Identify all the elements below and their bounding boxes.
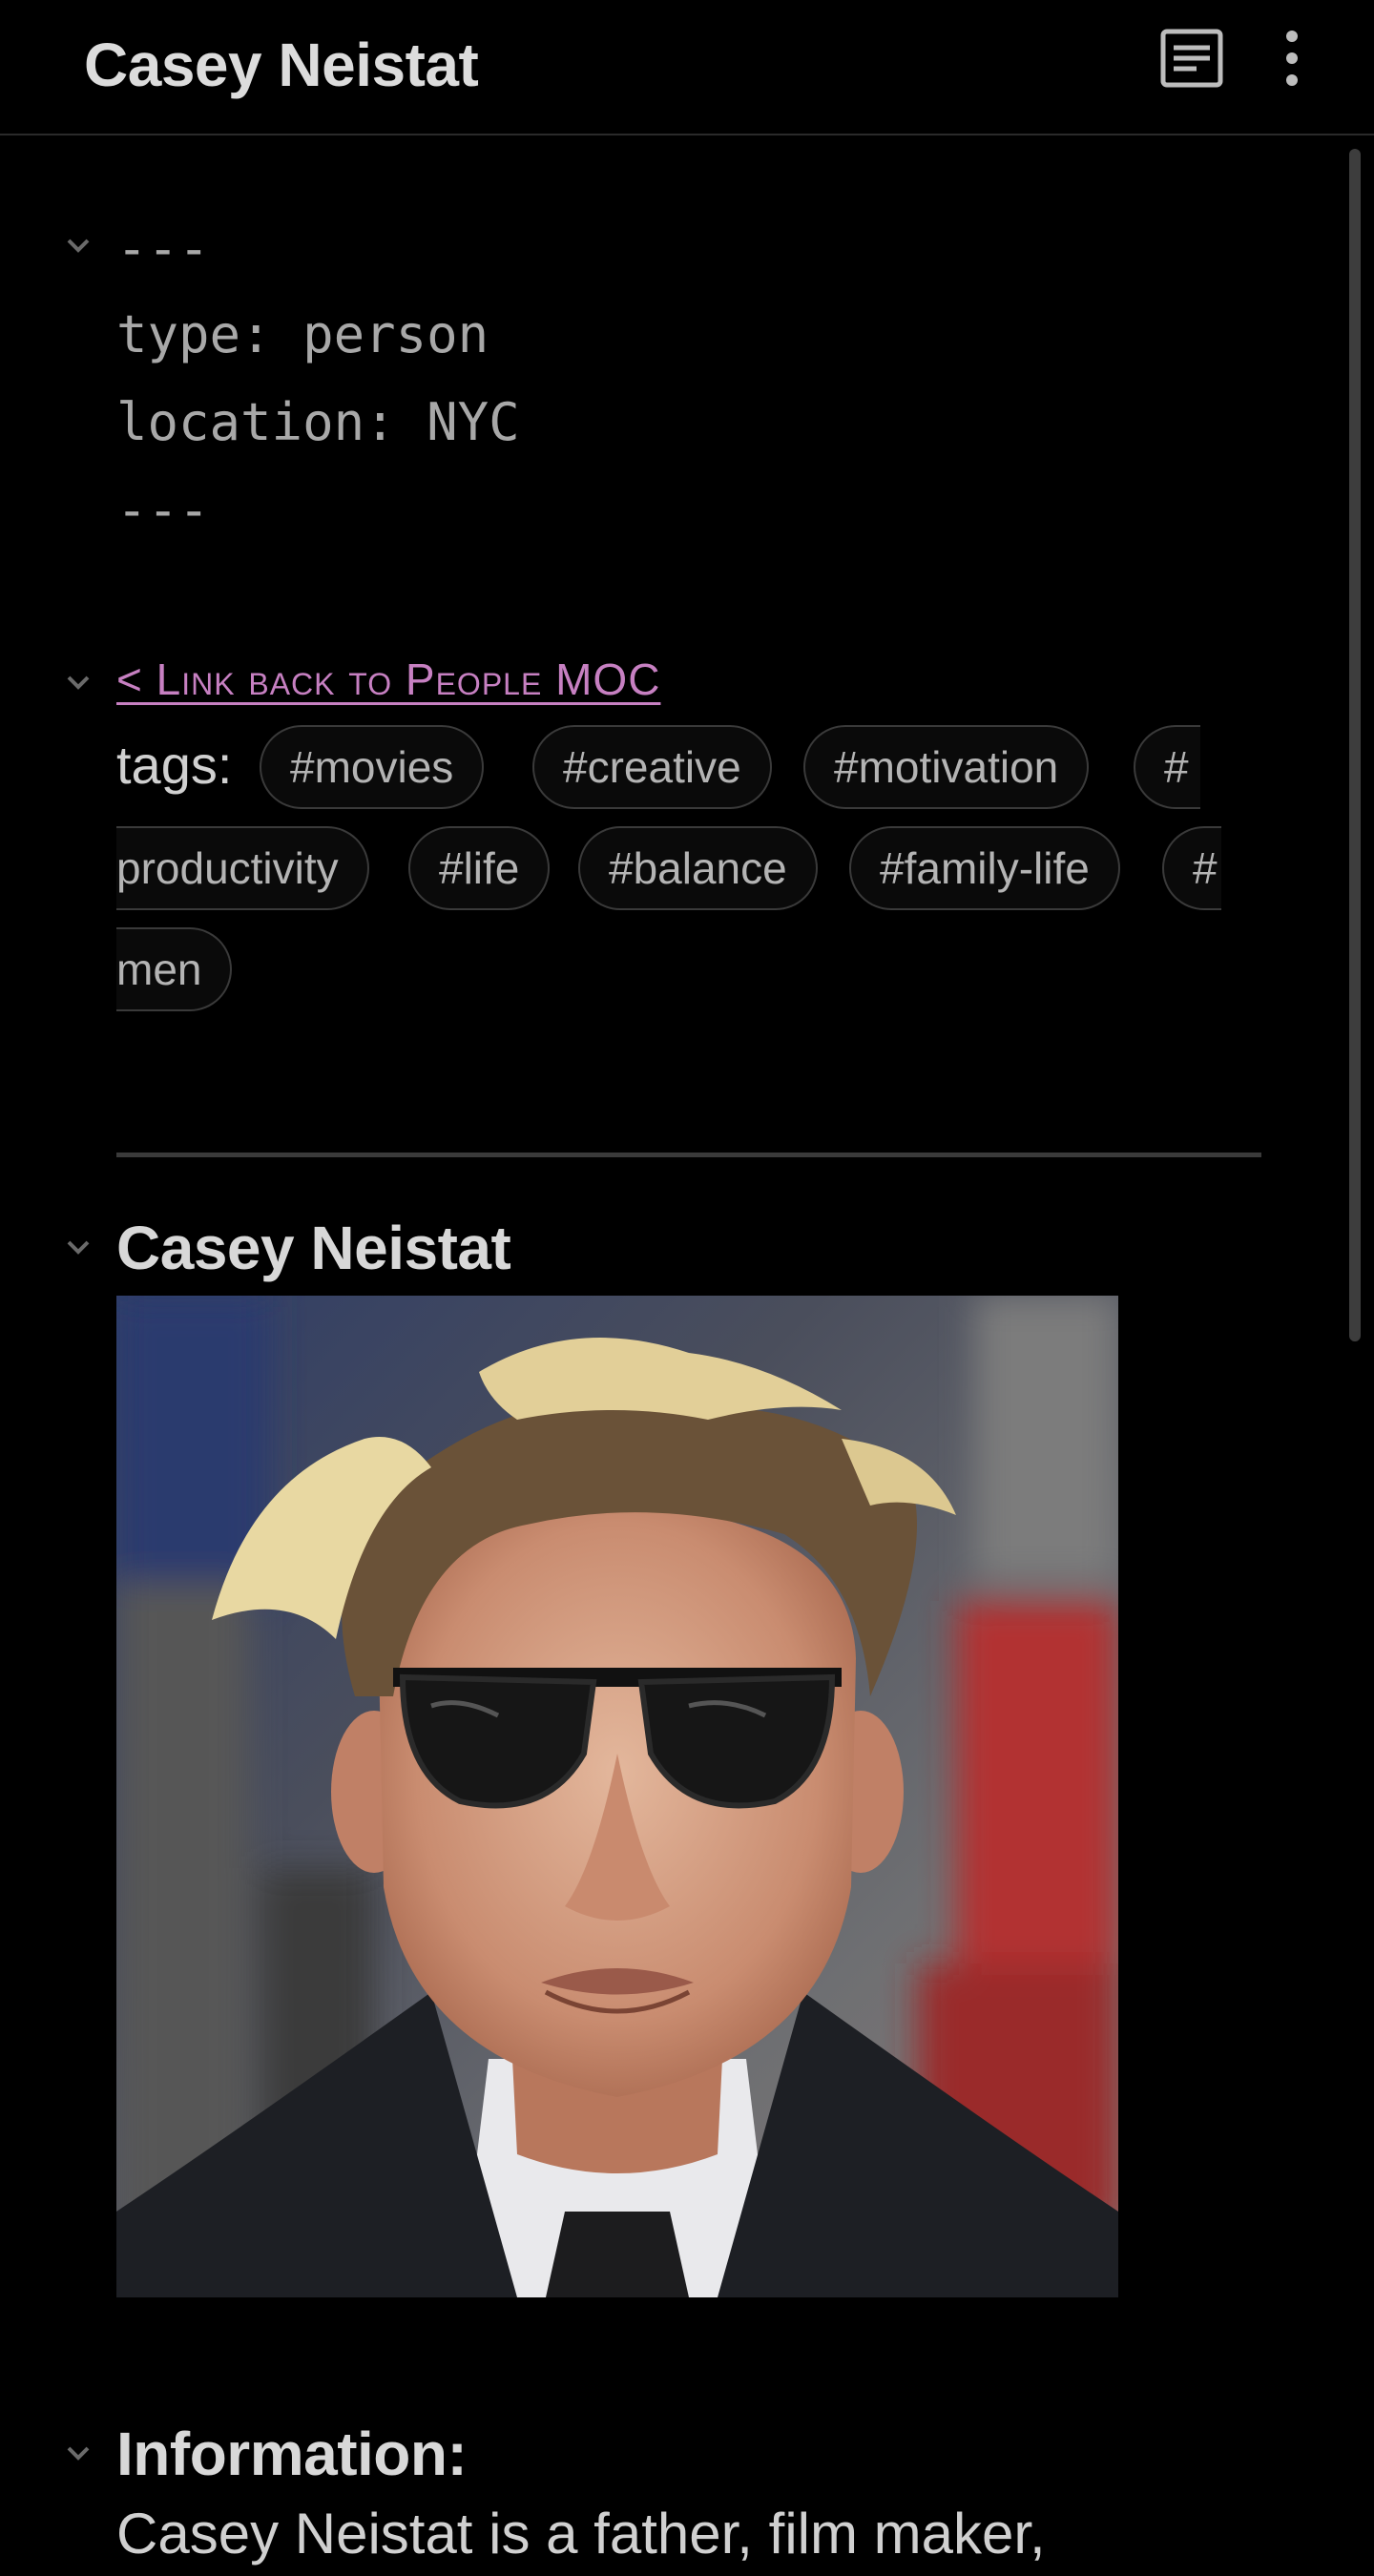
more-vertical-icon[interactable]: [1271, 27, 1313, 90]
horizontal-rule: [116, 1153, 1261, 1157]
tag-pill[interactable]: productivity: [116, 826, 369, 910]
tag-pill[interactable]: #life: [408, 826, 551, 910]
tag-pill[interactable]: #family-life: [849, 826, 1120, 910]
tag-pill[interactable]: #: [1134, 725, 1200, 809]
fold-chevron-icon[interactable]: [61, 2437, 95, 2471]
top-bar: Casey Neistat: [0, 0, 1374, 135]
tags-list: #movies #creative #motivation # producti…: [116, 719, 1221, 1025]
tag-pill[interactable]: #balance: [578, 826, 818, 910]
frontmatter-open: ---: [116, 218, 210, 279]
reading-view-icon[interactable]: [1160, 29, 1223, 88]
fold-chevron-icon[interactable]: [61, 666, 95, 700]
information-text[interactable]: Casey Neistat is a father, film maker,: [116, 2498, 1046, 2570]
fold-chevron-icon[interactable]: [61, 1231, 95, 1265]
tag-pill[interactable]: men: [116, 927, 233, 1011]
fold-chevron-icon[interactable]: [61, 229, 95, 263]
tag-pill[interactable]: #: [1162, 826, 1221, 910]
frontmatter-type[interactable]: type: person: [116, 301, 489, 368]
link-back-people-moc[interactable]: < Link back to People MOC: [116, 649, 660, 710]
section-heading: Casey Neistat: [116, 1214, 511, 1282]
information-heading: Information:: [116, 2420, 468, 2488]
scrollbar-thumb[interactable]: [1349, 149, 1361, 1341]
profile-photo[interactable]: [116, 1296, 1118, 2297]
tag-pill[interactable]: #motivation: [803, 725, 1090, 809]
note-title[interactable]: Casey Neistat: [84, 27, 479, 103]
tag-pill[interactable]: #creative: [532, 725, 772, 809]
frontmatter-close: ---: [116, 480, 210, 540]
frontmatter-location[interactable]: location: NYC: [116, 389, 520, 456]
tag-pill[interactable]: #movies: [260, 725, 485, 809]
